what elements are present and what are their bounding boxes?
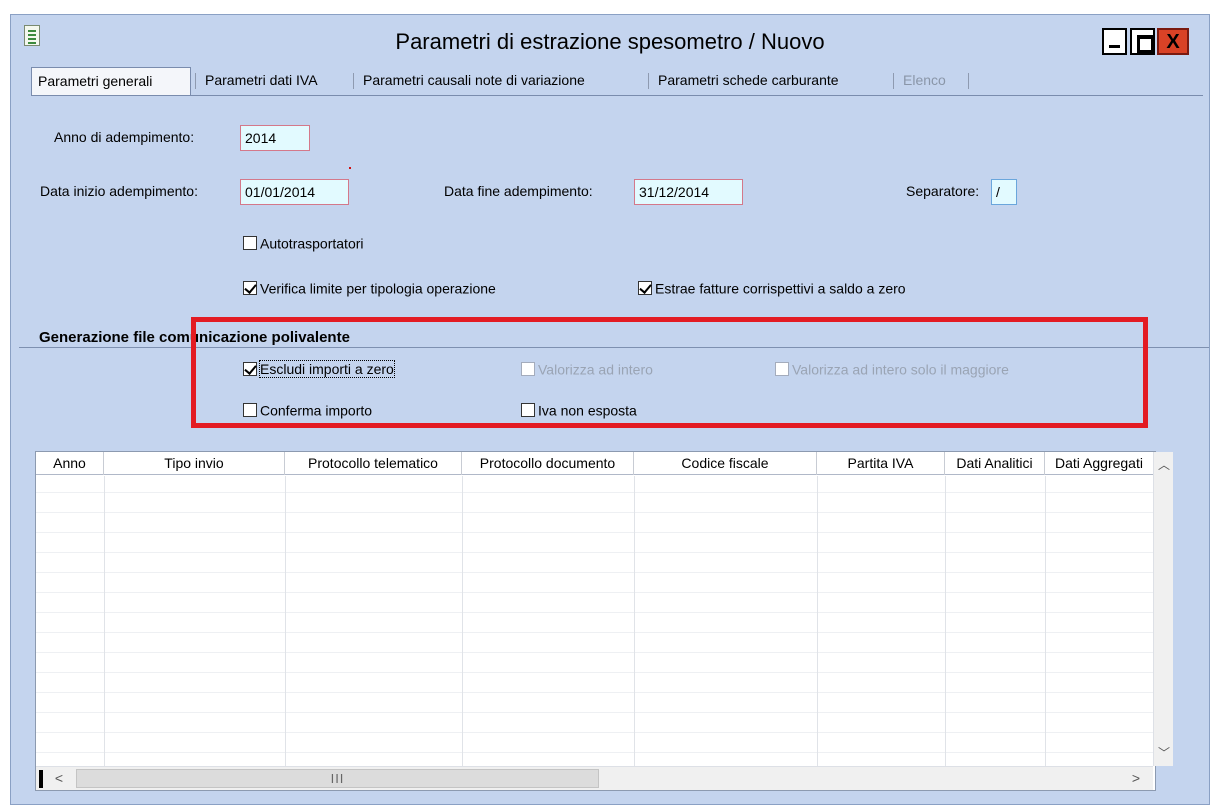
minimize-button[interactable]: [1102, 28, 1127, 55]
tab-divider: [31, 95, 1203, 96]
grid-body[interactable]: [36, 476, 1153, 766]
estrae-fatture-checkbox[interactable]: Estrae fatture corrispettivi a saldo a z…: [638, 279, 906, 299]
autotrasportatori-checkbox[interactable]: Autotrasportatori: [243, 234, 364, 254]
grid-header: Anno Tipo invio Protocollo telematico Pr…: [36, 452, 1153, 475]
data-fine-label: Data fine adempimento:: [444, 183, 593, 199]
window-title: Parametri di estrazione spesometro / Nuo…: [395, 29, 825, 54]
column-header[interactable]: Anno: [36, 452, 104, 475]
anno-label: Anno di adempimento:: [54, 129, 195, 145]
main-window: Parametri di estrazione spesometro / Nuo…: [10, 14, 1210, 805]
checkbox-checked-icon: [638, 281, 652, 296]
scroll-up-icon[interactable]: ︿: [1154, 456, 1174, 472]
data-inizio-field[interactable]: 01/01/2014: [240, 179, 349, 205]
tab-parametri-causali[interactable]: Parametri causali note di variazione: [357, 67, 591, 95]
tab-parametri-generali[interactable]: Parametri generali: [31, 67, 191, 95]
tab-parametri-dati-iva[interactable]: Parametri dati IVA: [199, 67, 324, 95]
tab-bar: Parametri generali Parametri dati IVA Pa…: [31, 67, 1211, 95]
horizontal-scrollbar[interactable]: < III >: [36, 766, 1153, 790]
results-grid[interactable]: Anno Tipo invio Protocollo telematico Pr…: [35, 451, 1173, 791]
title-bar[interactable]: Parametri di estrazione spesometro / Nuo…: [11, 15, 1209, 65]
column-header[interactable]: Protocollo documento: [462, 452, 634, 475]
verifica-limite-label: Verifica limite per tipologia operazione: [260, 280, 496, 297]
verifica-limite-checkbox[interactable]: Verifica limite per tipologia operazione: [243, 279, 496, 299]
text-cursor: [39, 770, 43, 788]
vertical-scrollbar[interactable]: ︿ ﹀: [1153, 452, 1173, 766]
required-marker: [349, 167, 351, 169]
close-icon: X: [1166, 31, 1180, 53]
scroll-right-icon[interactable]: >: [1127, 770, 1145, 786]
anno-field[interactable]: 2014: [240, 125, 310, 151]
column-header[interactable]: Protocollo telematico: [285, 452, 462, 475]
separatore-label: Separatore:: [906, 183, 980, 199]
tab-parametri-schede-carburante[interactable]: Parametri schede carburante: [652, 67, 845, 95]
scroll-thumb[interactable]: III: [76, 769, 599, 788]
tab-elenco[interactable]: Elenco: [897, 67, 952, 95]
column-header[interactable]: Tipo invio: [104, 452, 285, 475]
column-header[interactable]: Partita IVA: [817, 452, 945, 475]
column-header[interactable]: Dati Analitici: [945, 452, 1045, 475]
grip-icon: III: [330, 771, 345, 786]
highlight-annotation: [191, 317, 1148, 428]
data-fine-field[interactable]: 31/12/2014: [634, 179, 743, 205]
close-button[interactable]: X: [1157, 28, 1189, 55]
column-header[interactable]: Codice fiscale: [634, 452, 817, 475]
autotrasportatori-label: Autotrasportatori: [260, 235, 364, 252]
estrae-fatture-label: Estrae fatture corrispettivi a saldo a z…: [655, 280, 906, 297]
separatore-field[interactable]: /: [991, 179, 1017, 205]
column-header[interactable]: Dati Aggregati: [1045, 452, 1153, 475]
checkbox-box: [243, 236, 257, 251]
scroll-down-icon[interactable]: ﹀: [1154, 744, 1174, 760]
data-inizio-label: Data inizio adempimento:: [40, 183, 198, 199]
checkbox-checked-icon: [243, 281, 257, 296]
maximize-button[interactable]: [1130, 28, 1155, 55]
scroll-left-icon[interactable]: <: [50, 770, 68, 786]
